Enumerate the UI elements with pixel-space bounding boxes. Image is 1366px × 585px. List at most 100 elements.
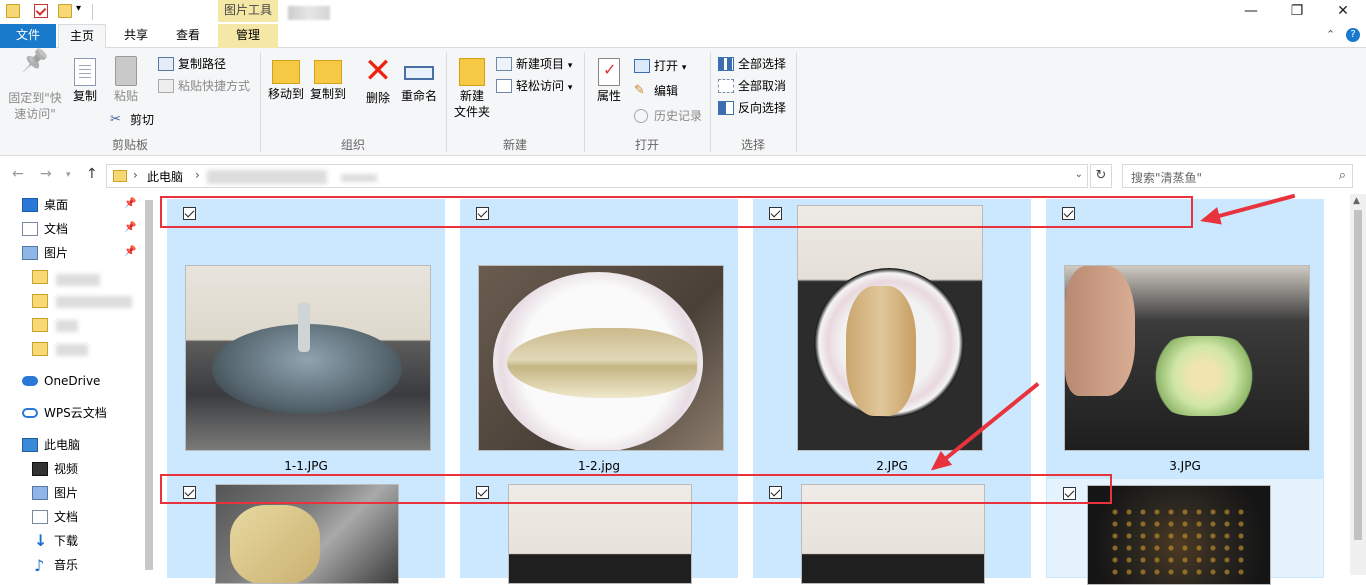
back-arrow-icon[interactable]: ←: [12, 166, 24, 182]
paste-button[interactable]: 粘贴: [108, 54, 144, 104]
nav-item-desktop[interactable]: 桌面: [22, 194, 68, 216]
nav-item-pictures[interactable]: 图片: [22, 242, 68, 264]
scroll-up-arrow-icon[interactable]: ▲: [1353, 196, 1360, 206]
select-all-icon: [718, 57, 734, 71]
select-none-button[interactable]: 全部取消: [718, 76, 786, 96]
minimize-button[interactable]: —: [1228, 0, 1274, 24]
divider: [92, 4, 93, 20]
maximize-button[interactable]: ❐: [1274, 0, 1320, 24]
nav-item-folder-blurred[interactable]: [22, 266, 48, 288]
pin-to-quick-access-button[interactable]: 固定到"快 速访问": [4, 54, 66, 122]
nav-item-label: OneDrive: [44, 374, 101, 388]
group-label-new: 新建: [502, 138, 527, 152]
file-tile[interactable]: 1-2.jpg: [460, 199, 738, 479]
scrollbar-thumb[interactable]: [1354, 210, 1362, 540]
nav-item-downloads[interactable]: 下载: [32, 530, 78, 552]
nav-item-folder-blurred[interactable]: [22, 290, 48, 312]
pinned-icon[interactable]: 📌: [124, 246, 136, 257]
delete-button[interactable]: ✕ 删除: [360, 54, 396, 106]
new-item-button[interactable]: 新建项目 ▾: [496, 54, 572, 74]
edit-button[interactable]: ✎ 编辑: [634, 81, 678, 101]
move-to-button[interactable]: 移动到: [266, 54, 306, 102]
breadcrumb-this-pc[interactable]: 此电脑: [147, 168, 183, 185]
cut-button[interactable]: ✂ 剪切: [110, 110, 154, 130]
download-arrow-icon: [32, 530, 48, 552]
properties-icon: [598, 58, 620, 86]
properties-quick-icon[interactable]: [34, 4, 48, 18]
copy-button[interactable]: 复制: [68, 54, 102, 104]
quick-access-dropdown-icon[interactable]: ▾: [76, 3, 81, 14]
search-icon[interactable]: ⌕: [1339, 168, 1346, 183]
onedrive-cloud-icon: [22, 376, 38, 386]
nav-item-folder-blurred[interactable]: [22, 338, 48, 360]
edit-pencil-icon: ✎: [634, 83, 645, 98]
nav-item-onedrive[interactable]: OneDrive: [22, 370, 100, 392]
move-to-label: 移动到: [267, 87, 304, 101]
invert-selection-label: 反向选择: [738, 101, 787, 115]
address-bar[interactable]: › 此电脑 › ⌄: [106, 164, 1088, 188]
properties-button[interactable]: 属性: [592, 54, 626, 104]
help-icon[interactable]: ?: [1346, 28, 1360, 42]
nav-item-pictures[interactable]: 图片: [32, 482, 78, 504]
pin-icon: [19, 54, 51, 88]
search-placeholder: 搜索"清蒸鱼": [1131, 171, 1203, 185]
desktop-icon: [22, 198, 38, 212]
scissors-icon: ✂: [110, 112, 121, 127]
new-folder-button[interactable]: 新建 文件夹: [452, 54, 492, 120]
history-icon: [634, 109, 648, 123]
up-arrow-icon[interactable]: ↑: [86, 166, 98, 182]
tab-home[interactable]: 主页: [58, 24, 106, 49]
close-button[interactable]: ✕: [1320, 0, 1366, 24]
nav-item-wps-cloud[interactable]: WPS云文档: [22, 402, 107, 424]
new-folder-icon: [459, 58, 485, 86]
nav-item-documents[interactable]: 文档: [22, 218, 68, 240]
history-button[interactable]: 历史记录: [634, 106, 702, 126]
pinned-icon[interactable]: 📌: [124, 222, 136, 233]
invert-selection-button[interactable]: 反向选择: [718, 98, 786, 118]
refresh-button[interactable]: ↻: [1090, 164, 1112, 188]
paste-shortcut-button[interactable]: 粘贴快捷方式: [158, 76, 250, 96]
paste-icon: [115, 56, 137, 86]
breadcrumb-chevron-icon[interactable]: ›: [133, 168, 138, 182]
file-tile[interactable]: 1-1.JPG: [167, 199, 445, 479]
delete-label: 删除: [365, 91, 390, 105]
nav-item-documents[interactable]: 文档: [32, 506, 78, 528]
thumbnail-chopping: [1064, 265, 1310, 451]
folder-icon: [32, 294, 48, 308]
copy-to-button[interactable]: 复制到: [308, 54, 348, 102]
nav-item-this-pc[interactable]: 此电脑: [22, 434, 80, 456]
select-all-button[interactable]: 全部选择: [718, 54, 786, 74]
edit-label: 编辑: [654, 84, 679, 98]
tab-file[interactable]: 文件: [0, 24, 56, 48]
address-dropdown-chevron-icon[interactable]: ⌄: [1075, 169, 1083, 180]
tab-share[interactable]: 共享: [112, 24, 160, 48]
nav-item-music[interactable]: 音乐: [32, 554, 78, 577]
nav-item-label: 桌面: [44, 198, 69, 212]
nav-item-folder-blurred[interactable]: [22, 314, 48, 336]
nav-pane-scrollbar[interactable]: [142, 194, 156, 575]
recent-locations-chevron-icon[interactable]: ▾: [66, 170, 71, 180]
easy-access-button[interactable]: 轻松访问 ▾: [496, 76, 572, 96]
pinned-icon[interactable]: 📌: [124, 198, 136, 209]
tab-view[interactable]: 查看: [164, 24, 212, 48]
thumbnail-fish-wok: [797, 205, 983, 451]
scrollbar-thumb[interactable]: [145, 200, 153, 570]
file-tile[interactable]: 3.JPG: [1046, 199, 1324, 479]
file-view: 1-1.JPG 1-2.jpg 2.JPG 3.JPG: [156, 194, 1350, 585]
copy-path-button[interactable]: 复制路径: [158, 54, 226, 74]
file-tile[interactable]: 2.JPG: [753, 199, 1031, 479]
pictures-icon: [32, 486, 48, 500]
tab-manage[interactable]: 管理: [218, 24, 278, 48]
search-input[interactable]: 搜索"清蒸鱼" ⌕: [1122, 164, 1353, 188]
file-view-scrollbar[interactable]: ▲: [1350, 194, 1366, 575]
collapse-ribbon-chevron-icon[interactable]: ⌃: [1326, 28, 1335, 41]
easy-access-label: 轻松访问: [516, 79, 565, 93]
forward-arrow-icon[interactable]: →: [40, 166, 52, 182]
rename-button[interactable]: 重命名: [398, 54, 440, 104]
open-button[interactable]: 打开 ▾: [634, 56, 686, 76]
breadcrumb-blurred: [207, 170, 327, 184]
new-folder-quick-icon[interactable]: [58, 4, 72, 18]
breadcrumb-chevron-icon[interactable]: ›: [195, 168, 200, 182]
navigation-bar: ← → ▾ ↑ › 此电脑 › ⌄ ↻ 搜索"清蒸鱼" ⌕: [0, 156, 1366, 194]
nav-item-videos[interactable]: 视频: [32, 458, 78, 480]
